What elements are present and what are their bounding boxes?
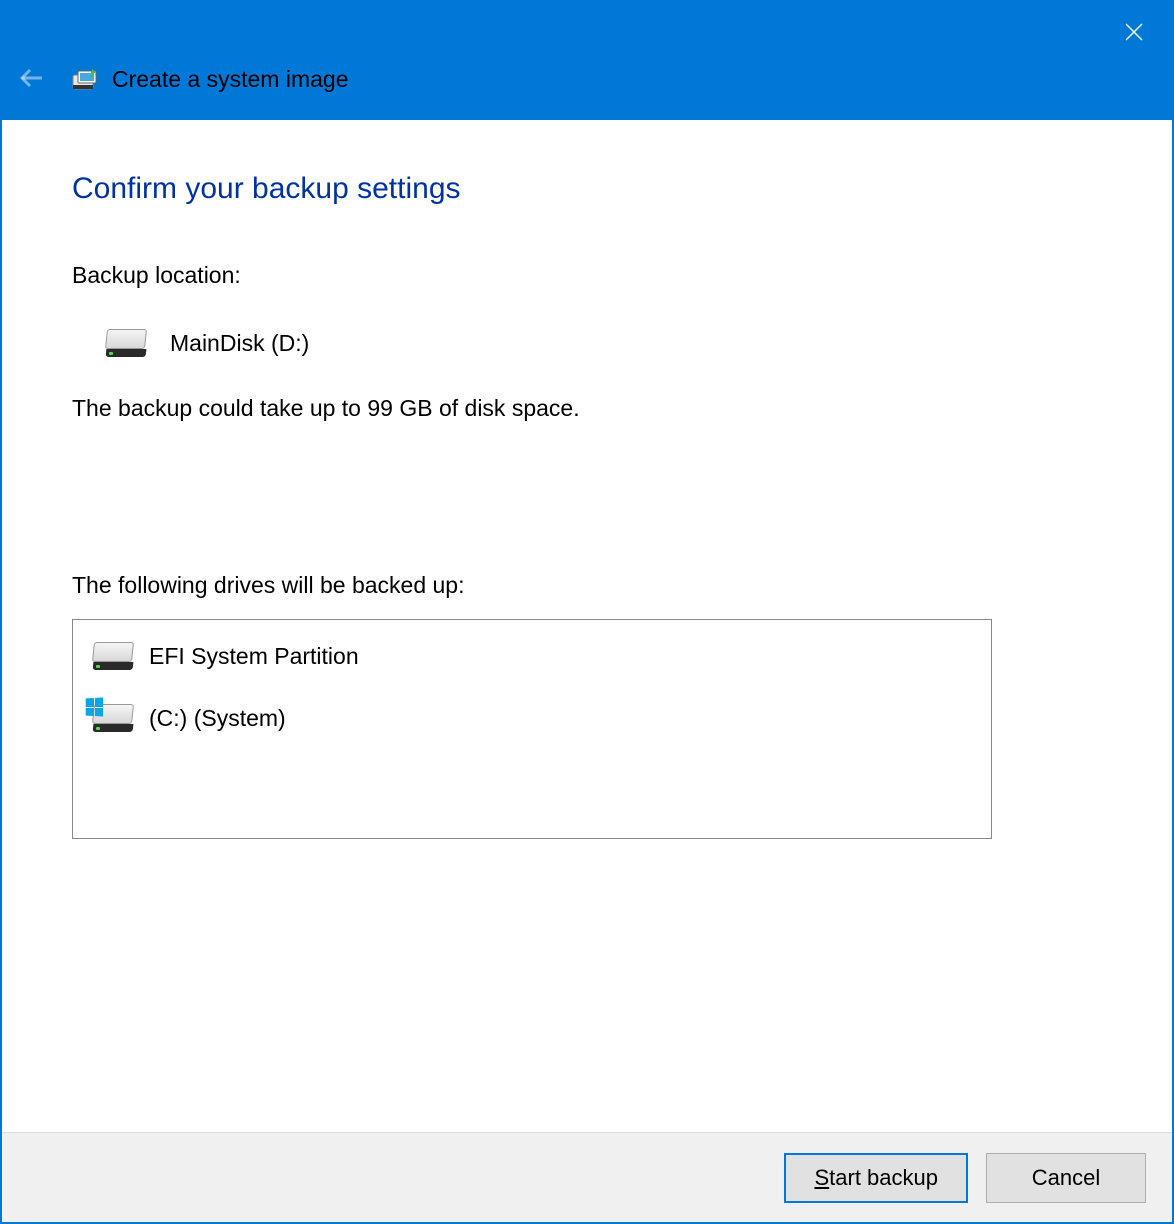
backup-location-label: Backup location: xyxy=(72,262,1102,289)
disk-icon xyxy=(91,642,135,670)
disk-icon xyxy=(104,329,148,357)
drive-name: (C:) (System) xyxy=(149,705,286,732)
back-button xyxy=(20,64,44,95)
cancel-button[interactable]: Cancel xyxy=(986,1153,1146,1203)
backup-location-row: MainDisk (D:) xyxy=(104,329,1102,357)
drives-list: EFI System Partition (C:) (System) xyxy=(72,619,992,839)
close-button[interactable] xyxy=(1114,12,1154,52)
backup-location-value: MainDisk (D:) xyxy=(170,330,309,357)
titlebar: Create a system image xyxy=(2,2,1172,120)
system-image-icon xyxy=(70,67,100,93)
page-heading: Confirm your backup settings xyxy=(72,172,1102,206)
close-icon xyxy=(1124,22,1144,42)
drive-row: EFI System Partition xyxy=(91,632,973,680)
content-area: Confirm your backup settings Backup loca… xyxy=(2,120,1172,1132)
start-backup-button[interactable]: Start backup xyxy=(784,1153,968,1203)
wizard-window: Create a system image Confirm your backu… xyxy=(0,0,1174,1224)
window-title: Create a system image xyxy=(112,66,348,93)
windows-disk-icon xyxy=(91,704,135,732)
drive-name: EFI System Partition xyxy=(149,643,359,670)
drives-label: The following drives will be backed up: xyxy=(72,572,1102,599)
space-estimate: The backup could take up to 99 GB of dis… xyxy=(72,395,1102,422)
drive-row: (C:) (System) xyxy=(91,694,973,742)
back-arrow-icon xyxy=(20,68,44,88)
footer: Start backup Cancel xyxy=(2,1132,1172,1222)
